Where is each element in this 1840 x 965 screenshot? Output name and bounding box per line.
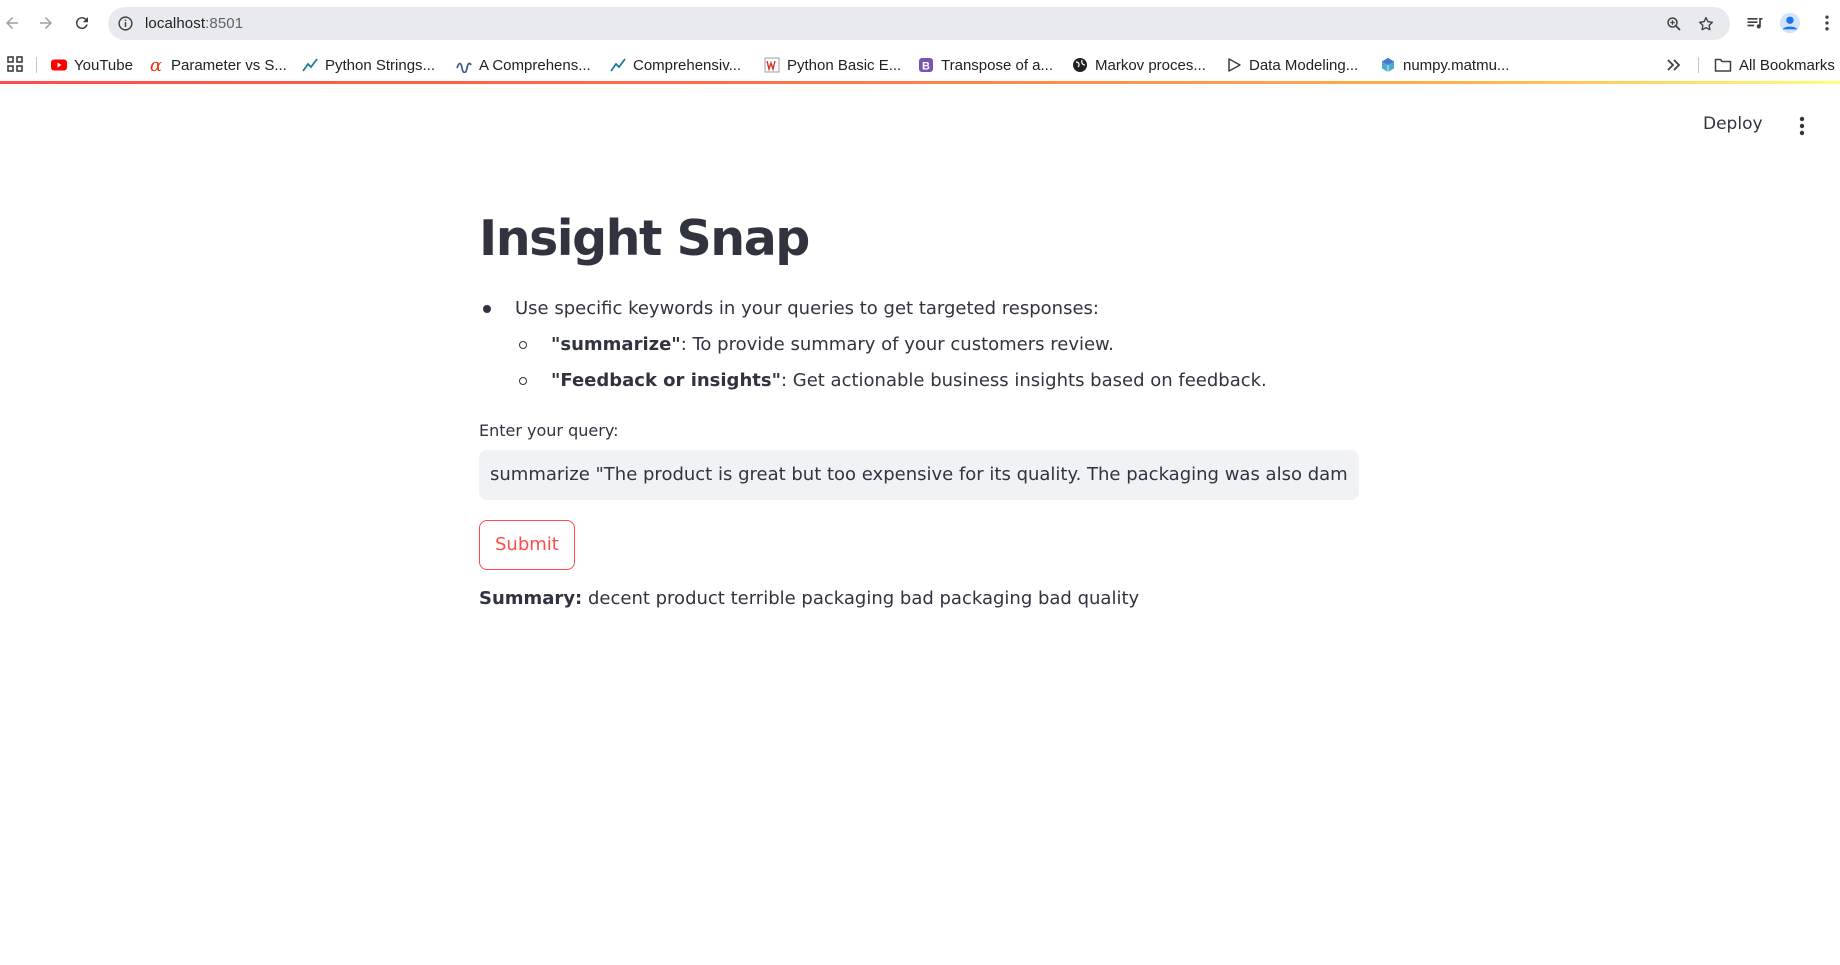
address-bar[interactable]: localhost:8501 [108,7,1730,40]
bookmark-label: Transpose of a... [941,56,1054,74]
bookmark-label: numpy.matmu... [1403,56,1510,74]
bookmark-label: Comprehensiv... [633,56,742,74]
bookmarks-divider [36,57,37,73]
youtube-icon [51,57,67,73]
keyword-summarize: "summarize" [551,333,681,355]
forward-button[interactable] [34,11,58,35]
bookmark-python-basic[interactable]: Python Basic E... [764,48,901,82]
instructions-intro: Use specific keywords in your queries to… [515,297,1099,319]
bookmark-youtube[interactable]: YouTube [51,48,133,82]
url-host: localhost [145,15,206,32]
list-item: Use specific keywords in your queries to… [479,291,1359,327]
bookmarks-bar: YouTube α Parameter vs S... Python Strin… [0,48,1840,82]
arrow-left-icon [6,17,18,29]
query-input[interactable] [479,449,1359,500]
bookmark-comprehensive-b[interactable]: Comprehensiv... [610,48,741,82]
arrow-right-icon [40,17,52,29]
all-bookmarks-label: All Bookmarks [1739,56,1835,74]
apps-grid-icon[interactable] [7,56,23,72]
svg-text:B: B [922,61,930,73]
bullet-dot [483,304,491,313]
keyword-description: : To provide summary of your customers r… [680,333,1114,355]
bookmark-label: Python Basic E... [787,56,902,74]
instructions-list: Use specific keywords in your queries to… [479,291,1359,399]
browser-toolbar: localhost:8501 [0,0,1840,48]
bookmark-numpy[interactable]: numpy.matmu... [1380,48,1509,82]
app-header: Deploy [0,84,1840,170]
profile-avatar-button[interactable] [1779,12,1801,34]
avatar-icon [1779,12,1801,34]
wave-icon [456,57,472,73]
url-text[interactable]: localhost:8501 [145,15,243,32]
list-item: "summarize": To provide summary of your … [479,327,1359,363]
main-content: Insight Snap Use specific keywords in yo… [479,210,1359,609]
media-controls-button[interactable] [1744,12,1766,34]
query-label: Enter your query: [479,420,619,440]
bookmark-label: YouTube [74,56,133,74]
playlist-icon [1747,18,1763,29]
bookmark-transpose[interactable]: B Transpose of a... [918,48,1053,82]
deploy-button[interactable]: Deploy [1703,114,1763,134]
bookmark-label: Parameter vs S... [171,56,287,74]
keyword-feedback: "Feedback or insights" [551,369,781,391]
bookmark-label: Python Strings... [325,56,436,74]
browser-menu-button[interactable] [1816,12,1838,34]
bookmark-parameter[interactable]: α Parameter vs S... [148,48,287,82]
main-menu-icon[interactable] [1795,115,1809,137]
chart-icon [302,57,318,73]
bookmark-label: Markov proces... [1095,56,1206,74]
url-port: :8501 [205,15,244,32]
all-bookmarks-button[interactable]: All Bookmarks [1714,48,1835,82]
folder-icon [1714,58,1732,72]
chart-icon [610,57,626,73]
bullet-circle [519,340,527,349]
keyword-description: : Get actionable business insights based… [780,369,1267,391]
list-item: "Feedback or insights": Get actionable b… [479,363,1359,399]
summary-output: Summary: decent product terrible packagi… [479,588,1359,609]
reload-icon [75,17,88,30]
bookmark-data-modeling[interactable]: Data Modeling... [1226,48,1358,82]
site-info-icon[interactable] [117,15,134,32]
more-bookmarks-icon[interactable] [1664,57,1684,73]
play-icon [1226,57,1242,73]
bookmark-label: Data Modeling... [1249,56,1359,74]
cube-icon [1380,57,1396,73]
submit-button[interactable]: Submit [479,519,575,570]
star-icon[interactable] [1697,15,1715,33]
w3-icon [764,57,780,73]
page-title: Insight Snap [479,210,810,267]
reload-button[interactable] [70,11,94,35]
globe-icon [1072,57,1088,73]
bookmarks-divider [1698,57,1699,73]
bootstrap-icon: B [918,57,934,73]
summary-text: decent product terrible packaging bad pa… [582,587,1140,609]
bookmark-label: A Comprehens... [479,56,591,74]
alpha-icon: α [149,54,163,76]
bookmark-markov[interactable]: Markov proces... [1072,48,1206,82]
zoom-icon[interactable] [1665,15,1683,33]
more-vert-icon [1825,15,1829,31]
bookmark-python-strings[interactable]: Python Strings... [302,48,435,82]
summary-label: Summary: [479,587,583,609]
bookmark-comprehensive-a[interactable]: A Comprehens... [456,48,591,82]
bullet-circle [519,376,527,385]
back-button[interactable] [0,11,24,35]
